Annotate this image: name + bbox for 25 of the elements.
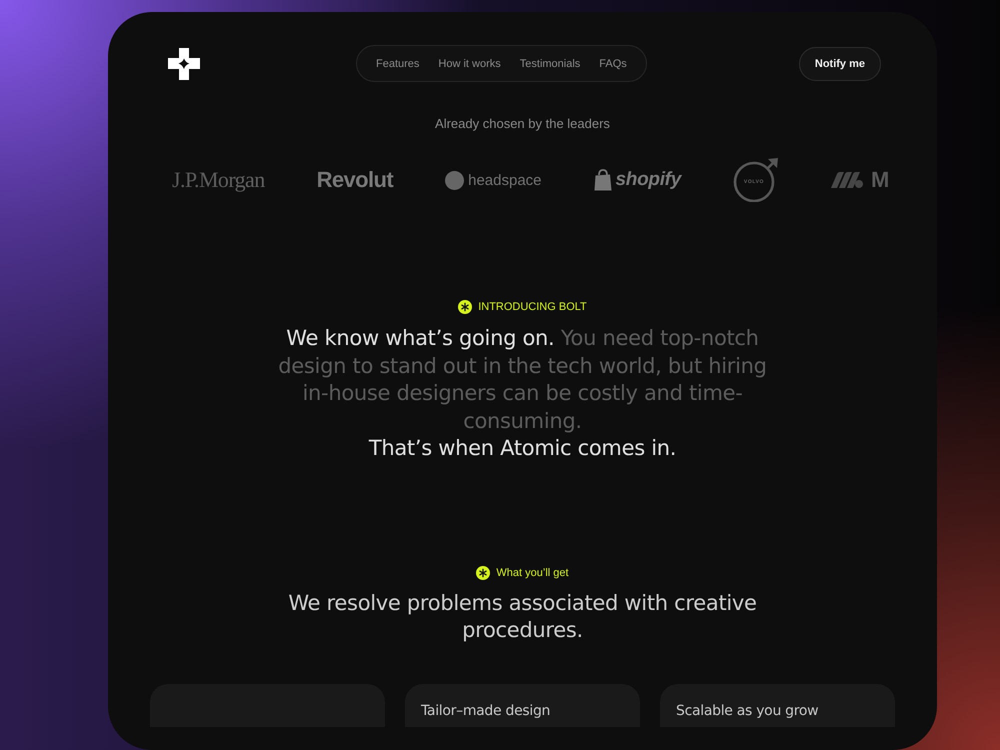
caption-text: Already chosen by the leaders (435, 116, 610, 132)
nav-link[interactable]: Features (376, 56, 420, 70)
client-logo: M (870, 167, 890, 193)
ring-arrow-icon (732, 158, 779, 202)
card-title: Tailor–made design (421, 702, 550, 718)
badge-label: What you’ll get (496, 566, 569, 580)
cross-logo-icon (168, 48, 200, 80)
shopping-bag-icon (594, 169, 612, 191)
nav-link[interactable]: Testimonials (520, 56, 580, 70)
client-logo: J.P.Morgan (172, 167, 265, 193)
intro-closing: That’s when Atomic comes in. (368, 435, 676, 462)
wave-mark-icon (830, 172, 863, 188)
client-logo: Revolut (316, 167, 394, 193)
nav-link[interactable]: FAQs (599, 56, 627, 70)
intro-statement: We know what’s going on. You need top-notch design to stand out in the tech world, but hiring in-house designers can be costly and time-consuming. (277, 325, 768, 434)
circle-icon (445, 170, 464, 190)
card-title: Scalable as you grow (676, 702, 818, 718)
asterisk-icon (476, 566, 490, 580)
client-logo: headspace (468, 172, 542, 188)
nav-link[interactable]: How it works (438, 56, 501, 70)
badge-label: INTRODUCING BOLT (478, 300, 587, 314)
section-heading: We resolve problems associated with creative procedures. (287, 590, 758, 644)
notify-button[interactable]: Notify me (798, 46, 881, 80)
client-logo: shopify (616, 169, 681, 191)
asterisk-icon (458, 300, 472, 314)
